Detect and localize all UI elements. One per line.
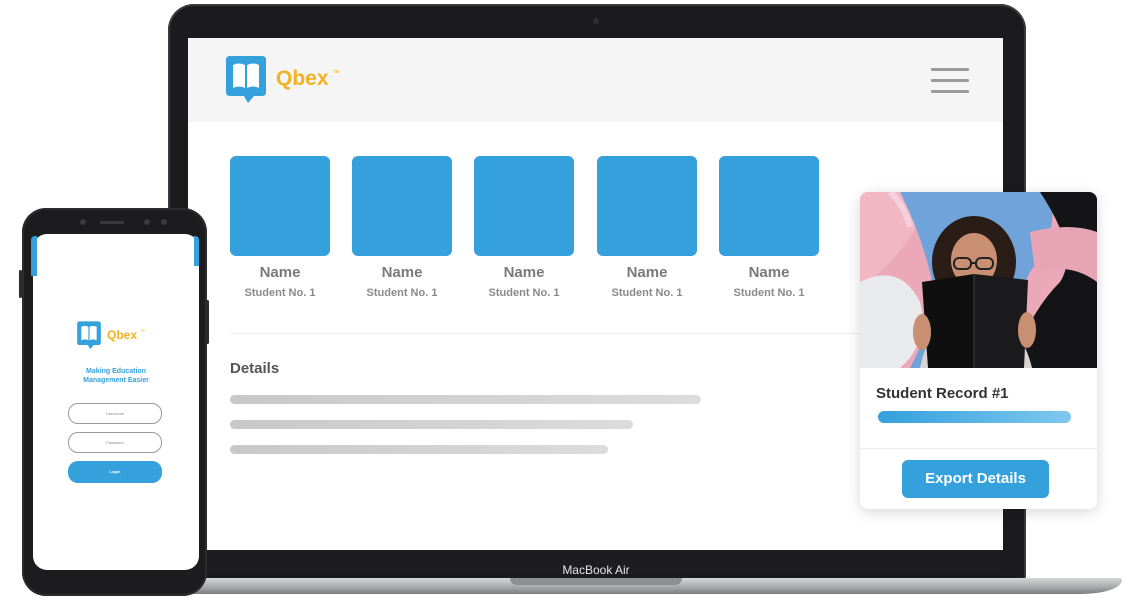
student-avatar (352, 156, 452, 256)
phone-side-button (19, 270, 22, 298)
student-avatar (230, 156, 330, 256)
student-avatar (719, 156, 819, 256)
phone-brand-name: Qbex (107, 328, 138, 342)
details-placeholder-line (230, 420, 633, 429)
record-progress-bar (878, 411, 1071, 423)
student-card[interactable]: Name Student No. 1 (230, 156, 330, 299)
laptop-opening-notch (510, 578, 682, 585)
phone-sensor (80, 219, 86, 225)
student-name: Name (259, 264, 301, 281)
student-avatar (474, 156, 574, 256)
student-avatar (597, 156, 697, 256)
phone-trademark-mark: ™ (140, 328, 146, 335)
student-card[interactable]: Name Student No. 1 (719, 156, 819, 299)
card-divider (860, 448, 1097, 449)
hamburger-menu-icon[interactable] (931, 68, 969, 94)
student-name: Name (626, 264, 668, 281)
book-speech-bubble-icon (77, 321, 101, 350)
phone-side-button (206, 300, 209, 344)
student-name: Name (503, 264, 545, 281)
phone-brand-logo: Qbex ™ (76, 320, 145, 350)
student-photo (860, 192, 1097, 368)
tagline-line: Management Easier (83, 377, 149, 384)
password-input[interactable] (68, 432, 162, 453)
brand-logo[interactable]: Qbex ™ (224, 54, 340, 104)
details-placeholder-line (230, 395, 701, 404)
student-record-card: Student Record #1 Export Details (860, 192, 1097, 509)
student-name: Name (748, 264, 790, 281)
student-card[interactable]: Name Student No. 1 (597, 156, 697, 299)
details-placeholder-line (230, 445, 608, 454)
login-button[interactable]: Login (68, 461, 162, 483)
laptop-camera (593, 18, 599, 24)
record-title: Student Record #1 (876, 385, 1009, 402)
export-details-button[interactable]: Export Details (902, 460, 1049, 498)
student-card[interactable]: Name Student No. 1 (474, 156, 574, 299)
phone-screen (33, 234, 199, 570)
section-divider (230, 333, 870, 334)
phone-camera (161, 219, 167, 225)
tagline-line: Making Education (86, 368, 146, 375)
student-name: Name (381, 264, 423, 281)
student-number: Student No. 1 (733, 287, 805, 299)
student-number: Student No. 1 (611, 287, 683, 299)
phone-screen-accent (31, 236, 37, 276)
student-number: Student No. 1 (488, 287, 560, 299)
record-progress-fill (878, 411, 1071, 423)
app-header: Qbex ™ (188, 38, 1003, 122)
phone-camera (144, 219, 150, 225)
phone-speaker (100, 221, 124, 224)
phone-screen-accent (194, 236, 199, 266)
brand-name: Qbex (276, 67, 329, 90)
phone-tagline: Making Education Management Easier (33, 367, 199, 385)
username-input[interactable] (68, 403, 162, 424)
book-speech-bubble-icon (226, 56, 266, 103)
student-card[interactable]: Name Student No. 1 (352, 156, 452, 299)
student-number: Student No. 1 (244, 287, 316, 299)
details-heading: Details (230, 360, 280, 377)
student-number: Student No. 1 (366, 287, 438, 299)
trademark-mark: ™ (332, 69, 340, 77)
